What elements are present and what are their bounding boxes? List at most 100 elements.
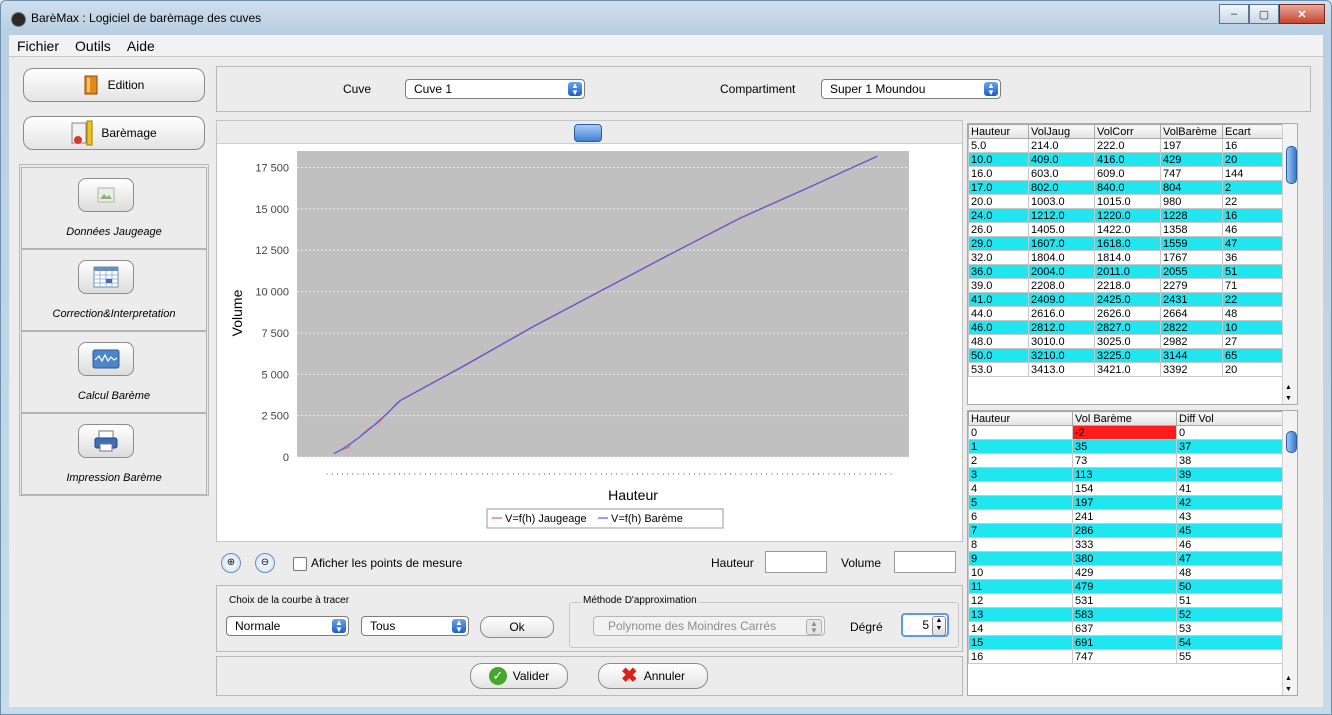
table-cell: 2011.0 xyxy=(1094,264,1161,279)
table-row[interactable]: 9 380 47 xyxy=(968,551,1283,566)
table-row[interactable]: 48.0 3010.0 3025.0 2982 27 xyxy=(968,334,1283,349)
scroll-down-icon[interactable]: ▼ xyxy=(1285,686,1292,693)
table-cell: 2 xyxy=(968,453,1073,468)
table-row[interactable]: 41.0 2409.0 2425.0 2431 22 xyxy=(968,292,1283,307)
table-row[interactable]: 8 333 46 xyxy=(968,537,1283,552)
table-row[interactable]: 4 154 41 xyxy=(968,481,1283,496)
table-row[interactable]: 24.0 1212.0 1220.0 1228 16 xyxy=(968,208,1283,223)
zoom-out-button[interactable]: ⊖ xyxy=(255,553,275,573)
table-cell: 691 xyxy=(1072,635,1177,650)
hauteur-input[interactable] xyxy=(765,551,827,573)
y-tick-label: 5 000 xyxy=(261,369,289,381)
table-row[interactable]: 15 691 54 xyxy=(968,635,1283,650)
column-header[interactable]: Vol Barème xyxy=(1072,411,1177,426)
table-row[interactable]: 0 -2 0 xyxy=(968,425,1283,440)
menu-outils[interactable]: Outils xyxy=(67,38,119,54)
edition-button[interactable]: Edition xyxy=(23,68,205,102)
scroll-up-icon[interactable]: ▲ xyxy=(1285,675,1292,682)
minimize-button[interactable]: – xyxy=(1219,4,1249,24)
table-row[interactable]: 6 241 43 xyxy=(968,509,1283,524)
afficher-points-checkbox[interactable] xyxy=(293,557,307,571)
table-row[interactable]: 50.0 3210.0 3225.0 3144 65 xyxy=(968,348,1283,363)
table-cell: 39.0 xyxy=(968,278,1029,293)
chart-splitter-handle[interactable] xyxy=(574,124,602,142)
table-row[interactable]: 13 583 52 xyxy=(968,607,1283,622)
annuler-button[interactable]: ✖ Annuler xyxy=(598,663,708,689)
sidebar-item-donnees-jaugeage[interactable]: Données Jaugeage xyxy=(21,167,207,249)
cuve-select[interactable]: Cuve 1 ▲ ▼ xyxy=(405,79,585,99)
table-row[interactable]: 36.0 2004.0 2011.0 2055 51 xyxy=(968,264,1283,279)
ok-button[interactable]: Ok xyxy=(480,616,554,638)
correction-button[interactable] xyxy=(78,260,134,294)
menu-fichier[interactable]: Fichier xyxy=(9,38,67,54)
column-header[interactable]: Diff Vol xyxy=(1176,411,1283,426)
spinner-arrows-icon[interactable]: ▲ ▼ xyxy=(932,616,946,636)
table-cell: 3210.0 xyxy=(1028,348,1095,363)
volume-input[interactable] xyxy=(894,551,956,573)
sidebar-item-calcul-bareme[interactable]: Calcul Barème xyxy=(21,331,207,413)
table-row[interactable]: 17.0 802.0 840.0 804 2 xyxy=(968,180,1283,195)
table-row[interactable]: 16.0 603.0 609.0 747 144 xyxy=(968,166,1283,181)
table-row[interactable]: 2 73 38 xyxy=(968,453,1283,468)
table-row[interactable]: 44.0 2616.0 2626.0 2664 48 xyxy=(968,306,1283,321)
table-row[interactable]: 7 286 45 xyxy=(968,523,1283,538)
impression-bareme-button[interactable] xyxy=(78,424,134,458)
table-row[interactable]: 53.0 3413.0 3421.0 3392 20 xyxy=(968,362,1283,377)
donnees-jaugeage-button[interactable] xyxy=(78,178,134,212)
printer-icon xyxy=(94,430,118,452)
column-header[interactable]: VolCorr xyxy=(1094,124,1161,139)
table-row[interactable]: 10.0 409.0 416.0 429 20 xyxy=(968,152,1283,167)
table-row[interactable]: 5.0 214.0 222.0 197 16 xyxy=(968,138,1283,153)
table-row[interactable]: 11 479 50 xyxy=(968,579,1283,594)
table-row[interactable]: 10 429 48 xyxy=(968,565,1283,580)
table-cell: 3225.0 xyxy=(1094,348,1161,363)
table-row[interactable]: 1 35 37 xyxy=(968,439,1283,454)
courbe-type-select[interactable]: Normale ▲ ▼ xyxy=(226,616,349,636)
scroll-thumb[interactable] xyxy=(1286,431,1297,453)
table-row[interactable]: 12 531 51 xyxy=(968,593,1283,608)
menu-aide[interactable]: Aide xyxy=(119,38,163,54)
table-cell: 531 xyxy=(1072,593,1177,608)
jaugeage-scrollbar[interactable]: ▲ ▼ xyxy=(1282,124,1297,404)
compartiment-select[interactable]: Super 1 Moundou ▲ ▼ xyxy=(821,79,1001,99)
table-row[interactable]: 39.0 2208.0 2218.0 2279 71 xyxy=(968,278,1283,293)
table-row[interactable]: 32.0 1804.0 1814.0 1767 36 xyxy=(968,250,1283,265)
close-button[interactable]: ✕ xyxy=(1279,4,1325,24)
actions-panel: ✓ Valider ✖ Annuler xyxy=(216,656,963,696)
table-cell: 50.0 xyxy=(968,348,1029,363)
table-row[interactable]: 46.0 2812.0 2827.0 2822 10 xyxy=(968,320,1283,335)
zoom-in-button[interactable]: ⊕ xyxy=(221,553,241,573)
image-icon xyxy=(97,187,115,203)
sidebar-item-impression-bareme[interactable]: Impression Barème xyxy=(21,413,207,495)
column-header[interactable]: VolJaug xyxy=(1028,124,1095,139)
scroll-down-icon[interactable]: ▼ xyxy=(1285,395,1292,402)
column-header[interactable]: Ecart xyxy=(1222,124,1283,139)
table-row[interactable]: 5 197 42 xyxy=(968,495,1283,510)
scroll-thumb[interactable] xyxy=(1286,146,1297,184)
table-row[interactable]: 16 747 55 xyxy=(968,649,1283,664)
valider-button[interactable]: ✓ Valider xyxy=(470,663,568,689)
table-cell: 32.0 xyxy=(968,250,1029,265)
degre-spinner[interactable]: 5 ▲ ▼ xyxy=(901,613,949,637)
table-row[interactable]: 26.0 1405.0 1422.0 1358 46 xyxy=(968,222,1283,237)
table-row[interactable]: 14 637 53 xyxy=(968,621,1283,636)
bareme-scrollbar[interactable]: ▲ ▼ xyxy=(1282,411,1297,695)
baremage-button[interactable]: Barèmage xyxy=(23,116,205,150)
methode-select[interactable]: Polynome des Moindres Carrés ▲ ▼ xyxy=(593,616,825,636)
courbe-filter-select[interactable]: Tous ▲ ▼ xyxy=(361,616,469,636)
sidebar-item-correction[interactable]: Correction&Interpretation xyxy=(21,249,207,331)
y-tick-label: 0 xyxy=(283,452,289,464)
table-cell: 3 xyxy=(968,467,1073,482)
maximize-button[interactable]: ▢ xyxy=(1249,4,1279,24)
calcul-bareme-button[interactable] xyxy=(78,342,134,376)
cuve-label: Cuve xyxy=(343,82,372,96)
table-row[interactable]: 29.0 1607.0 1618.0 1559 47 xyxy=(968,236,1283,251)
table-row[interactable]: 3 113 39 xyxy=(968,467,1283,482)
column-header[interactable]: VolBarème xyxy=(1160,124,1223,139)
table-row[interactable]: 20.0 1003.0 1015.0 980 22 xyxy=(968,194,1283,209)
column-header[interactable]: Hauteur xyxy=(968,124,1029,139)
scroll-up-icon[interactable]: ▲ xyxy=(1285,384,1292,391)
y-tick-label: 12 500 xyxy=(255,245,289,257)
column-header[interactable]: Hauteur xyxy=(968,411,1073,426)
table-cell: 1607.0 xyxy=(1028,236,1095,251)
